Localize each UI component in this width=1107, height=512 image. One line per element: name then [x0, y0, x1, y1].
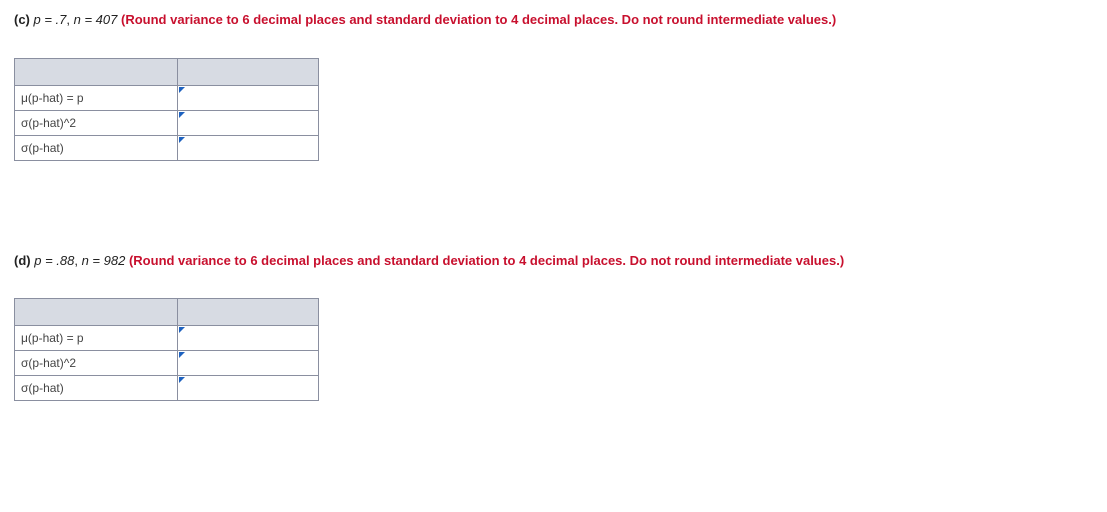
table-row: μ(p-hat) = p — [15, 85, 319, 110]
table-header-row — [15, 58, 319, 85]
mu-input[interactable] — [178, 326, 318, 350]
header-blank-right — [178, 299, 319, 326]
p-expr: p = .88 — [34, 253, 74, 268]
instruction: (Round variance to 6 decimal places and … — [129, 253, 844, 268]
problem-c: (c) p = .7, n = 407 (Round variance to 6… — [14, 10, 1093, 161]
instruction: (Round variance to 6 decimal places and … — [121, 12, 836, 27]
header-blank-right — [178, 58, 319, 85]
table-row: μ(p-hat) = p — [15, 326, 319, 351]
row-label: μ(p-hat) = p — [15, 85, 178, 110]
header-blank-left — [15, 58, 178, 85]
answer-table-d: μ(p-hat) = p σ(p-hat)^2 σ(p-hat) — [14, 298, 319, 401]
header-blank-left — [15, 299, 178, 326]
part-label: (c) — [14, 12, 30, 27]
problem-d: (d) p = .88, n = 982 (Round variance to … — [14, 251, 1093, 402]
answer-cell[interactable] — [178, 351, 319, 376]
answer-cell[interactable] — [178, 85, 319, 110]
answer-cell[interactable] — [178, 376, 319, 401]
n-expr: n = 982 — [82, 253, 126, 268]
row-label: σ(p-hat) — [15, 376, 178, 401]
stddev-input[interactable] — [178, 376, 318, 400]
variance-input[interactable] — [178, 111, 318, 135]
table-row: σ(p-hat)^2 — [15, 110, 319, 135]
row-label: σ(p-hat)^2 — [15, 110, 178, 135]
input-marker-icon — [179, 352, 185, 358]
input-marker-icon — [179, 87, 185, 93]
row-label: σ(p-hat) — [15, 135, 178, 160]
table-header-row — [15, 299, 319, 326]
row-label: μ(p-hat) = p — [15, 326, 178, 351]
variance-input[interactable] — [178, 351, 318, 375]
answer-cell[interactable] — [178, 326, 319, 351]
prompt-c: (c) p = .7, n = 407 (Round variance to 6… — [14, 10, 1093, 30]
input-marker-icon — [179, 327, 185, 333]
answer-table-c: μ(p-hat) = p σ(p-hat)^2 σ(p-hat) — [14, 58, 319, 161]
part-label: (d) — [14, 253, 31, 268]
answer-cell[interactable] — [178, 135, 319, 160]
mu-input[interactable] — [178, 86, 318, 110]
input-marker-icon — [179, 112, 185, 118]
input-marker-icon — [179, 377, 185, 383]
p-expr: p = .7 — [34, 12, 67, 27]
table-row: σ(p-hat) — [15, 376, 319, 401]
table-row: σ(p-hat)^2 — [15, 351, 319, 376]
prompt-d: (d) p = .88, n = 982 (Round variance to … — [14, 251, 1093, 271]
n-expr: n = 407 — [74, 12, 118, 27]
row-label: σ(p-hat)^2 — [15, 351, 178, 376]
input-marker-icon — [179, 137, 185, 143]
answer-cell[interactable] — [178, 110, 319, 135]
table-row: σ(p-hat) — [15, 135, 319, 160]
stddev-input[interactable] — [178, 136, 318, 160]
